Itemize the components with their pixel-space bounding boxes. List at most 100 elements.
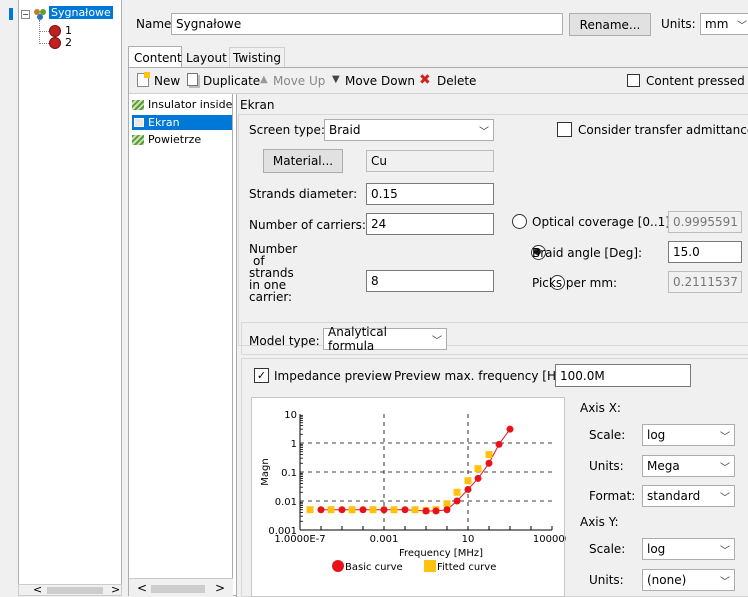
screen-type-select[interactable]: Braid ﹀ (324, 119, 494, 141)
scale-y-select[interactable]: log ﹀ (642, 538, 735, 560)
fitted-point (348, 506, 356, 514)
content-pressed-checkbox[interactable] (627, 74, 640, 87)
units-label: Units: (661, 17, 696, 31)
y-tick-label: 0.01 (275, 497, 297, 508)
list-item[interactable]: Insulator inside (132, 98, 232, 112)
name-label: Name (136, 17, 172, 31)
tree-scrollbar[interactable]: < > (18, 583, 122, 596)
strands-diameter-input[interactable]: 0.15 (366, 183, 494, 205)
duplicate-button[interactable]: Duplicate (203, 74, 260, 88)
layer-icon (134, 118, 144, 127)
basic-point (422, 507, 430, 515)
move-down-button[interactable]: Move Down (345, 74, 415, 88)
optical-label: Optical coverage [0..1]: (532, 215, 675, 229)
rename-button[interactable]: Rename... (569, 13, 651, 36)
chart-svg: 1.0000E-70.001101000001010.10.010.001Fre… (260, 410, 566, 573)
move-up-button[interactable]: Move Up (273, 74, 325, 88)
toolbar: New Duplicate ▲ Move Up ▼ Move Down ✖ De… (129, 68, 748, 94)
impedance-chart: 1.0000E-70.001101000001010.10.010.001Fre… (251, 397, 566, 597)
move-down-icon: ▼ (332, 74, 340, 85)
basic-point (464, 485, 472, 493)
units-select[interactable]: mm ﹀ (700, 13, 748, 35)
tab-content[interactable]: Content (128, 46, 182, 68)
ekran-panel: Ekran Screen type: Braid ﹀ Consider trans… (236, 94, 748, 597)
tree-panel: − Sygnałowe 1 2 (18, 0, 122, 584)
impedance-preview-label: Impedance preview (274, 369, 392, 383)
units-y-label: Units: (589, 573, 624, 587)
tree-root-label[interactable]: Sygnałowe (49, 6, 113, 19)
fitted-point (464, 477, 472, 485)
duplicate-icon (187, 73, 198, 86)
picks-label: Picks per mm: (532, 276, 618, 290)
basic-point (443, 506, 451, 514)
chevron-down-icon: ﹀ (720, 545, 730, 557)
tab-twisting[interactable]: Twisting (229, 47, 286, 68)
conductor-icon (49, 37, 61, 49)
chevron-down-icon: ﹀ (737, 20, 747, 32)
screen-type-label: Screen type: (249, 123, 325, 137)
scroll-left-icon[interactable]: < (137, 581, 147, 595)
header-bar: Name Sygnałowe Rename... Units: mm ﹀ (128, 10, 748, 40)
basic-point (317, 506, 325, 514)
scroll-right-icon[interactable]: > (111, 583, 120, 596)
list-scrollbar[interactable]: < > (129, 578, 233, 597)
fitted-point (390, 506, 398, 514)
units-y-select[interactable]: (none) ﹀ (642, 569, 735, 591)
group-title: Ekran (240, 98, 275, 112)
list-item[interactable]: Powietrze (132, 133, 232, 147)
consider-transfer-checkbox[interactable] (557, 122, 572, 137)
format-x-select[interactable]: standard ﹀ (642, 485, 735, 507)
x-tick-label: 100000 (533, 534, 566, 545)
tab-layout[interactable]: Layout (184, 49, 229, 67)
chevron-down-icon: ﹀ (720, 492, 730, 504)
impedance-preview-checkbox[interactable]: ✓ (254, 368, 269, 383)
layer-list: Insulator inside Ekran Powietrze (129, 94, 233, 578)
y-tick-label: 0.1 (281, 468, 297, 479)
model-type-label: Model type: (249, 334, 320, 348)
fitted-point (485, 451, 493, 459)
scroll-left-icon[interactable]: < (33, 583, 42, 596)
chevron-down-icon: ﹀ (720, 462, 730, 474)
basic-point (485, 459, 493, 467)
move-up-icon: ▲ (260, 74, 268, 85)
fitted-point (474, 465, 482, 473)
list-item[interactable]: Ekran (132, 115, 232, 130)
tree-child-2[interactable]: 2 (65, 36, 72, 49)
model-type-select[interactable]: Analytical formula ﹀ (323, 325, 447, 353)
tree-expander[interactable]: − (21, 10, 30, 19)
basic-point (495, 440, 503, 448)
basic-point (506, 425, 514, 433)
braid-input[interactable]: 15.0 (668, 241, 742, 263)
x-tick-label: 0.001 (370, 534, 399, 545)
legend-fitted-marker (424, 560, 436, 572)
material-button[interactable]: Material... (263, 149, 343, 173)
chevron-down-icon: ﹀ (720, 431, 730, 443)
fitted-point (453, 488, 461, 496)
basic-point (401, 506, 409, 514)
cable-icon (33, 7, 47, 21)
units-x-select[interactable]: Mega ﹀ (642, 455, 735, 477)
scale-x-select[interactable]: log ﹀ (642, 424, 735, 446)
axis-x-label: Axis X: (580, 401, 621, 415)
legend-fitted-label: Fitted curve (437, 562, 496, 573)
strands-input[interactable]: 8 (366, 270, 494, 292)
scroll-right-icon[interactable]: > (215, 581, 225, 595)
basic-point (432, 507, 440, 515)
carriers-input[interactable]: 24 (366, 213, 494, 235)
basic-point (338, 506, 346, 514)
basic-point (359, 506, 367, 514)
delete-button[interactable]: Delete (437, 74, 476, 88)
fitted-point (327, 506, 335, 514)
left-accent (9, 8, 13, 20)
y-axis-label: Magn (260, 458, 271, 485)
legend-basic-marker (332, 560, 344, 572)
picks-field: 0.2111537 (668, 271, 742, 293)
content-pressed-label: Content pressed in (646, 74, 748, 88)
max-freq-input[interactable]: 100.0M (555, 364, 691, 387)
optical-radio[interactable] (512, 214, 527, 229)
name-input[interactable]: Sygnałowe (171, 13, 563, 35)
scale-y-label: Scale: (589, 542, 626, 556)
new-button[interactable]: New (154, 74, 180, 88)
y-tick-label: 0.001 (268, 526, 297, 537)
chevron-down-icon: ﹀ (479, 126, 489, 138)
